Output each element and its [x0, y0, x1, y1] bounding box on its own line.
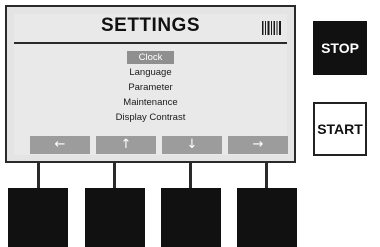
softkey-down[interactable]: ↓ [162, 136, 222, 154]
menu-item-label: Maintenance [123, 97, 178, 108]
menu-item-label: Parameter [128, 82, 173, 93]
key-connector [189, 163, 192, 188]
softkey-right[interactable]: → [228, 136, 288, 154]
softkey-up[interactable]: ↑ [96, 136, 156, 154]
display-bezel: SETTINGS Clock Language Parameter Mainte… [5, 5, 296, 163]
stop-button[interactable]: STOP [313, 21, 367, 75]
menu-item-display-contrast[interactable]: Display Contrast [14, 110, 287, 125]
screen-header: SETTINGS [14, 14, 287, 42]
arrow-left-icon: ← [54, 137, 66, 152]
menu-item-language[interactable]: Language [14, 65, 287, 80]
barcode-icon [262, 21, 281, 35]
menu-item-label: Display Contrast [115, 112, 186, 123]
function-key-3[interactable] [161, 188, 221, 247]
menu-item-maintenance[interactable]: Maintenance [14, 95, 287, 110]
arrow-down-icon: ↓ [186, 137, 198, 152]
key-connector [265, 163, 268, 188]
function-key-1[interactable] [8, 188, 68, 247]
arrow-right-icon: → [252, 137, 264, 152]
key-connector [113, 163, 116, 188]
menu-item-label: Language [129, 67, 172, 78]
softkey-left[interactable]: ← [30, 136, 90, 154]
lcd-display: SETTINGS Clock Language Parameter Mainte… [14, 14, 288, 155]
menu-item-clock[interactable]: Clock [14, 50, 287, 65]
start-button[interactable]: START [313, 102, 367, 156]
arrow-up-icon: ↑ [120, 137, 132, 152]
softkey-bar: ← ↑ ↓ → [30, 136, 292, 154]
menu-item-parameter[interactable]: Parameter [14, 80, 287, 95]
device-panel: SETTINGS Clock Language Parameter Mainte… [0, 0, 380, 247]
key-connector [37, 163, 40, 188]
header-divider [14, 42, 287, 44]
menu-item-label: Clock [126, 51, 175, 64]
screen-title: SETTINGS [100, 15, 200, 36]
function-key-4[interactable] [237, 188, 297, 247]
settings-menu: Clock Language Parameter Maintenance Dis… [14, 50, 287, 125]
function-key-2[interactable] [85, 188, 145, 247]
